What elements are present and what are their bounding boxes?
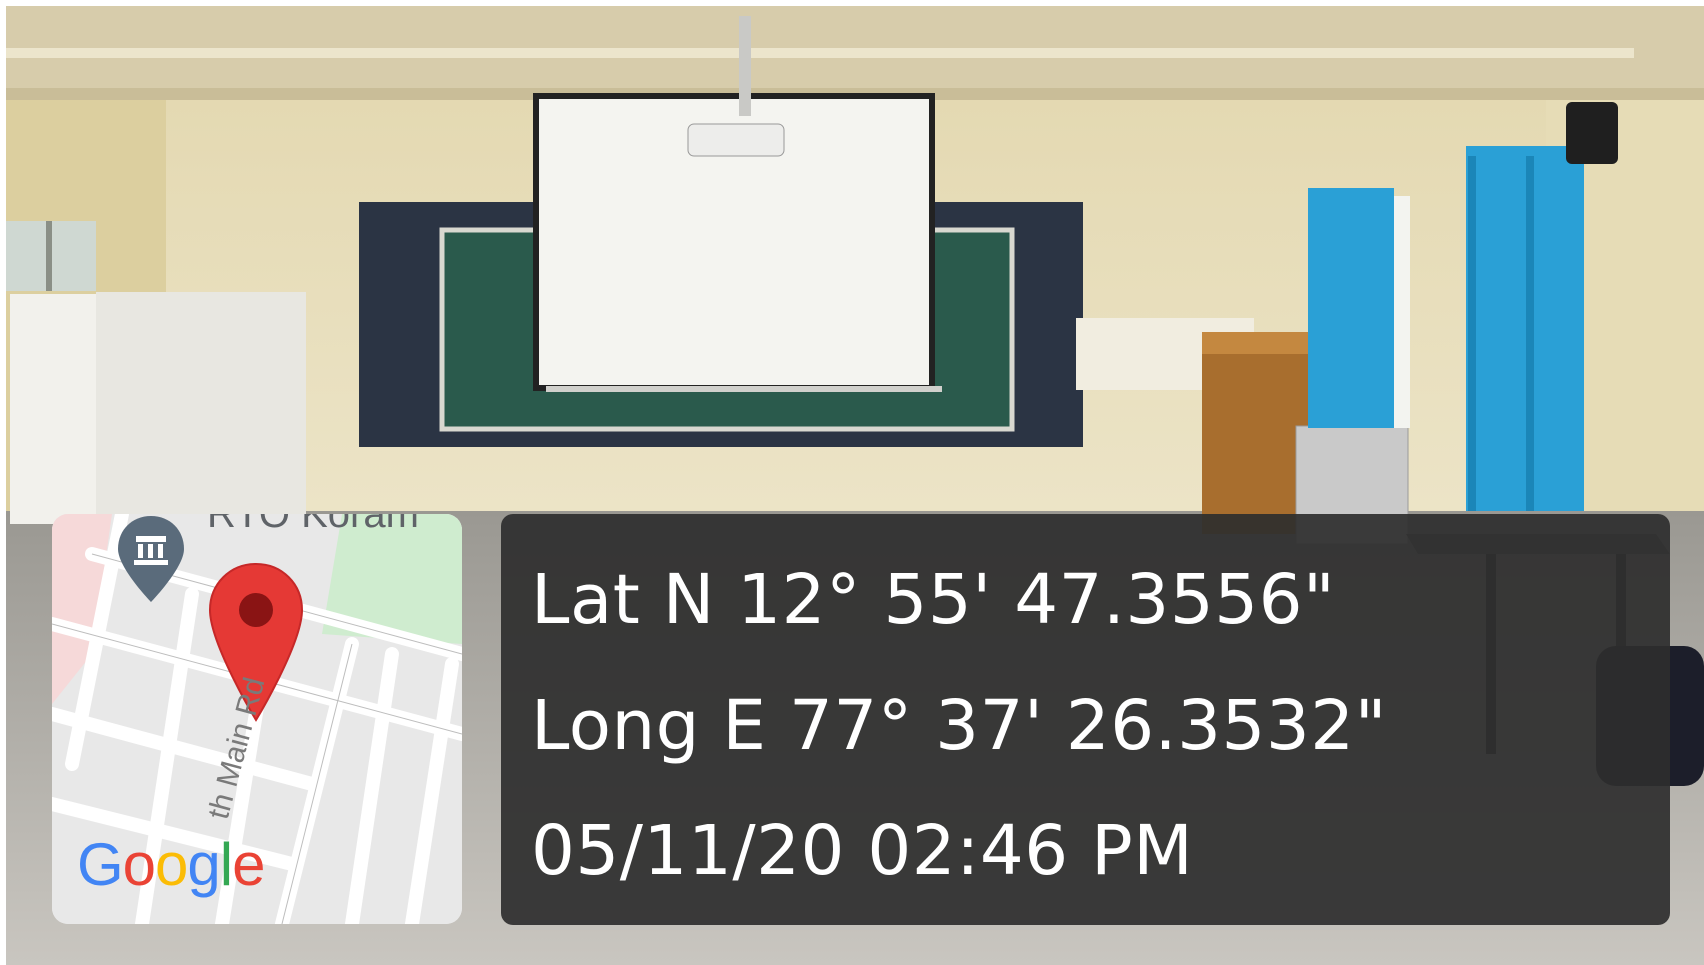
map-thumbnail[interactable]: RTO Koram th Main Rd Google <box>52 514 462 924</box>
geotag-overlay-panel: Lat N 12° 55' 47.3556" Long E 77° 37' 26… <box>501 514 1670 925</box>
datetime-text: 05/11/20 02:46 PM <box>531 811 1194 891</box>
google-logo: Google <box>77 830 266 899</box>
google-logo-letter: g <box>187 831 220 898</box>
google-logo-letter: o <box>122 831 156 898</box>
poi-label: RTO Koram <box>207 514 419 536</box>
latitude-text: Lat N 12° 55' 47.3556" <box>531 560 1336 640</box>
building-icon <box>114 514 188 604</box>
google-logo-letter: l <box>219 831 233 898</box>
longitude-text: Long E 77° 37' 26.3532" <box>531 686 1387 766</box>
google-logo-letter: o <box>155 831 188 898</box>
google-logo-letter: e <box>232 831 265 898</box>
google-logo-letter: G <box>77 831 124 898</box>
